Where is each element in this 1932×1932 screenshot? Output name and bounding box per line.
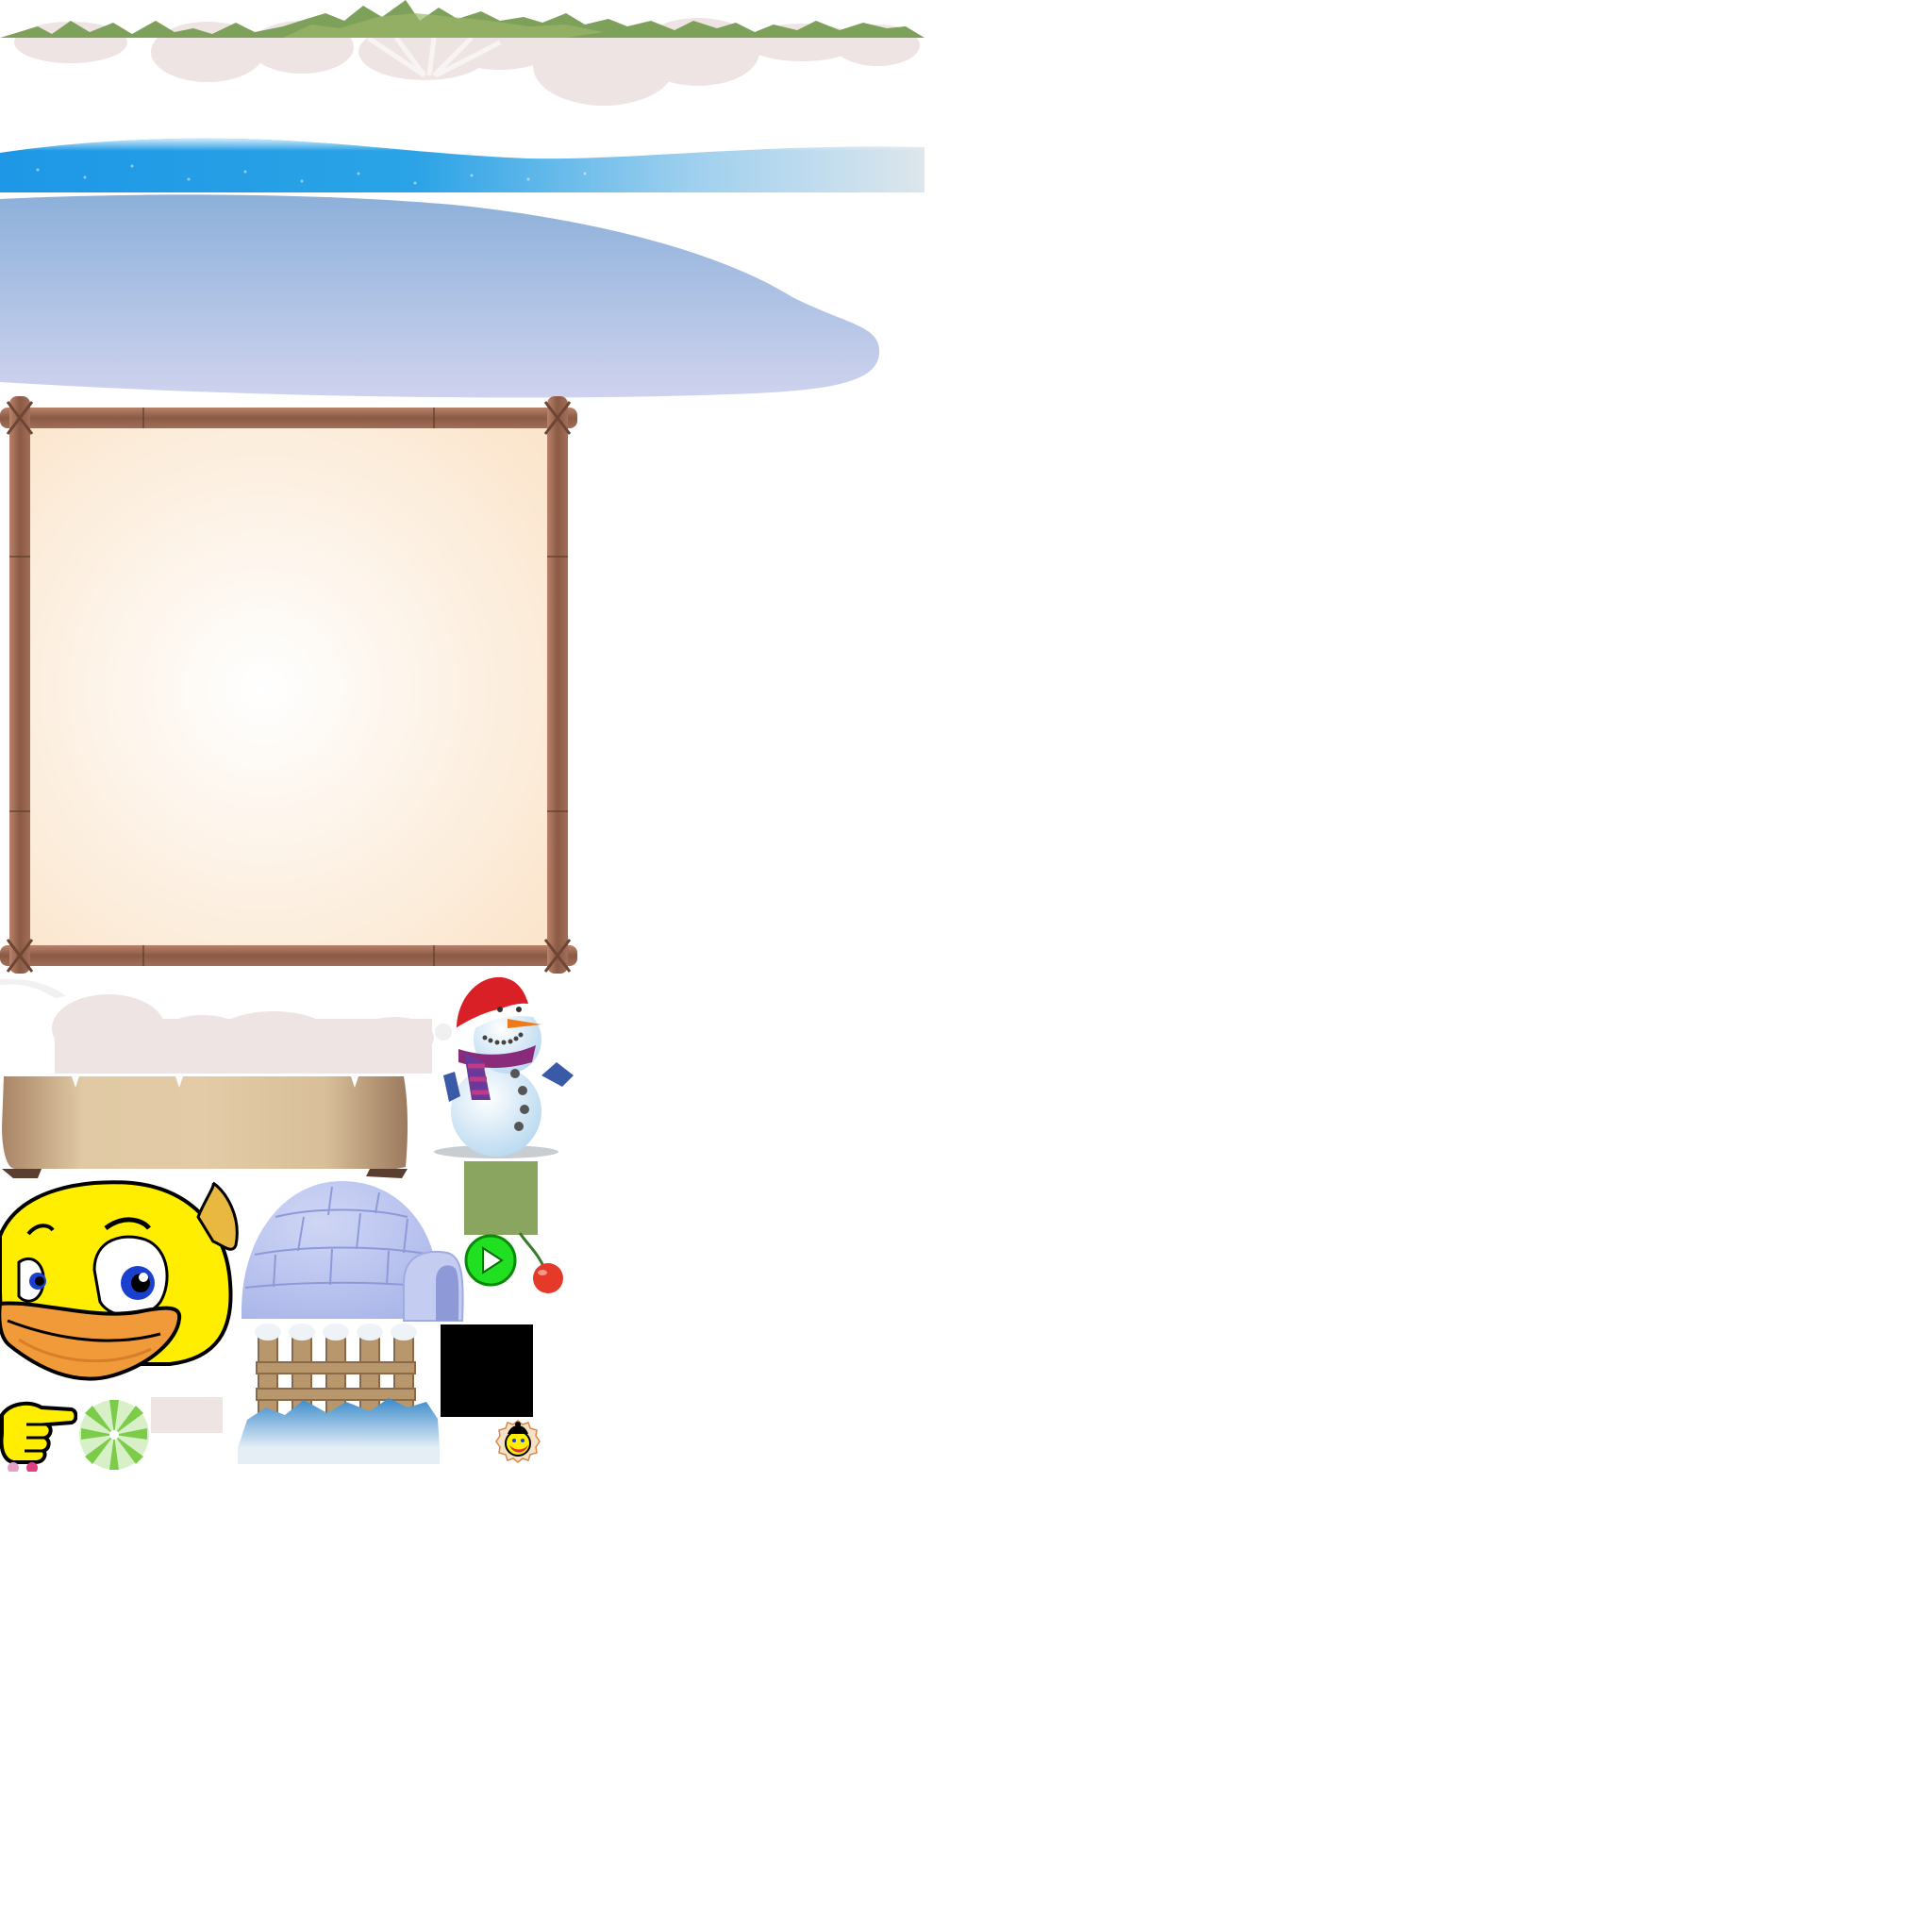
grass-snow-strip bbox=[0, 0, 924, 106]
duck-badge bbox=[495, 1420, 541, 1463]
snowman bbox=[434, 976, 574, 1158]
ice-field bbox=[0, 194, 880, 398]
play-button[interactable] bbox=[464, 1234, 517, 1287]
green-starburst bbox=[79, 1400, 149, 1470]
duck-face bbox=[0, 1180, 239, 1381]
pink-swatch bbox=[151, 1397, 223, 1433]
igloo bbox=[242, 1181, 464, 1322]
water-strip bbox=[0, 138, 924, 192]
black-tile bbox=[441, 1324, 533, 1417]
green-tile bbox=[464, 1161, 538, 1235]
parchment-banner bbox=[2, 1076, 408, 1178]
cherry bbox=[518, 1232, 563, 1293]
pointing-hand bbox=[0, 1401, 77, 1472]
wooden-frame-panel bbox=[0, 396, 577, 974]
snow-cloud-strip bbox=[0, 978, 434, 1074]
snowy-fence bbox=[238, 1324, 440, 1464]
